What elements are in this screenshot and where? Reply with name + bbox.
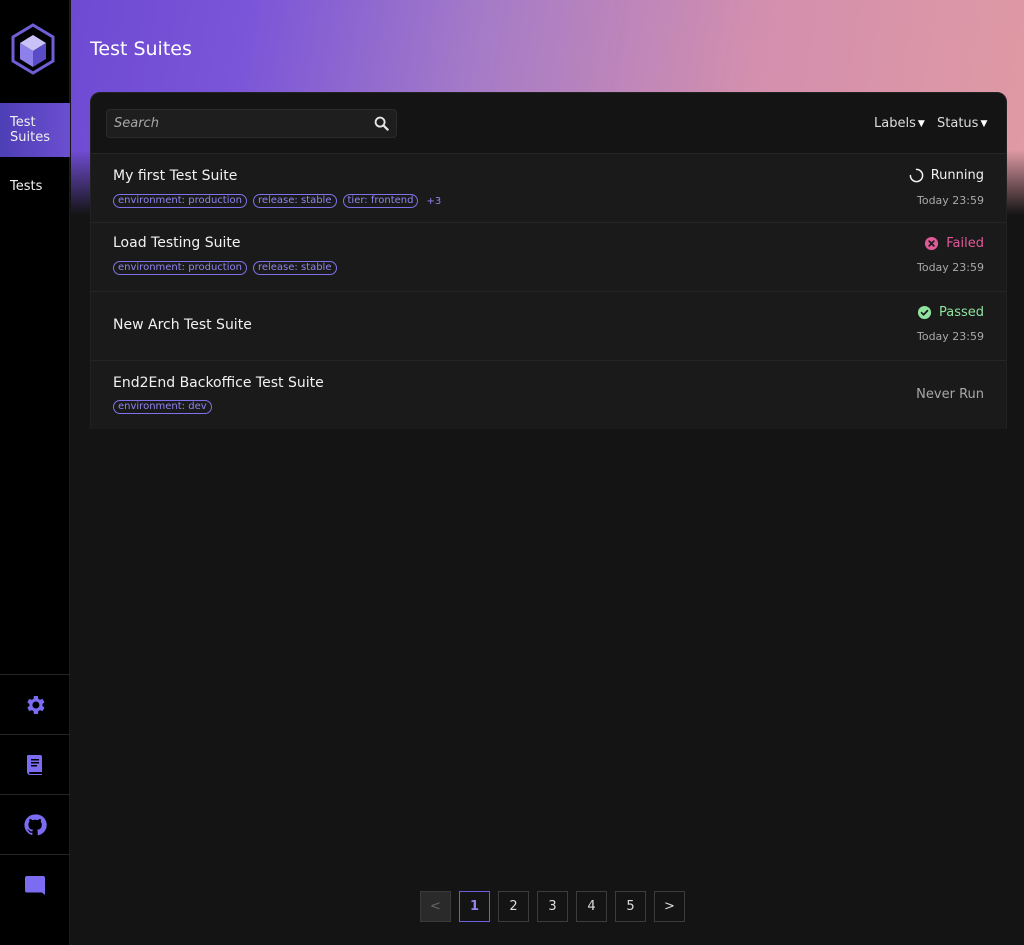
sidebar: Test Suites Tests [0, 0, 70, 945]
docs-button[interactable] [0, 734, 70, 794]
suite-name: New Arch Test Suite [113, 317, 252, 333]
label-badge: environment: dev [113, 400, 212, 414]
label-badge: release: stable [252, 261, 337, 275]
search-icon[interactable] [374, 116, 389, 131]
status-filter[interactable]: Status ▼ [937, 116, 987, 131]
suite-name: End2End Backoffice Test Suite [113, 375, 324, 391]
page-button-4[interactable]: 4 [576, 891, 607, 922]
sidebar-item-tests[interactable]: Tests [0, 179, 70, 199]
status-never-run: Never Run [916, 387, 984, 402]
gear-icon [27, 695, 45, 714]
search-input[interactable] [107, 110, 367, 137]
github-icon [24, 813, 47, 835]
status-failed: Failed [924, 236, 984, 251]
discord-icon [25, 875, 45, 895]
page-title: Test Suites [90, 38, 192, 60]
x-circle-icon [925, 236, 939, 251]
status-text: Never Run [916, 387, 984, 402]
status-passed: Passed [917, 305, 984, 320]
timestamp: Today 23:59 [916, 261, 984, 274]
page-button-5[interactable]: 5 [615, 891, 646, 922]
logo-cube-icon [11, 23, 55, 75]
logo[interactable] [10, 23, 56, 75]
label-badge: environment: production [113, 194, 247, 208]
sidebar-item-test-suites[interactable]: Test Suites [0, 103, 70, 157]
page-button-1[interactable]: 1 [459, 891, 490, 922]
github-button[interactable] [0, 794, 70, 854]
suite-name: My first Test Suite [113, 168, 238, 184]
spinner-icon [909, 168, 924, 183]
page-button-2[interactable]: 2 [498, 891, 529, 922]
app: Test Suites Tests Test Suites Search Lab… [0, 0, 1024, 945]
pagination: < 1 2 3 4 5 > [420, 891, 685, 922]
status-text: Passed [938, 305, 984, 320]
table-row[interactable]: End2End Backoffice Test Suite environmen… [91, 360, 1006, 429]
sidebar-item-label: Tests [10, 179, 43, 194]
status-filter-label: Status [937, 116, 979, 131]
table-row[interactable]: My first Test Suite environment: product… [91, 153, 1006, 222]
discord-button[interactable] [0, 854, 70, 914]
check-circle-icon [917, 305, 932, 320]
sidebar-item-label: Test Suites [10, 115, 50, 145]
timestamp: Today 23:59 [916, 330, 984, 343]
filter-icon: ▼ [917, 118, 925, 129]
label-list: environment: dev [113, 400, 212, 414]
status-text: Running [930, 168, 984, 183]
label-list: environment: production release: stable [113, 261, 337, 275]
test-suites-panel: Labels ▼ Status ▼ My first Test Suite en… [90, 92, 1007, 429]
status-text: Failed [946, 236, 984, 251]
toolbar: Labels ▼ Status ▼ [91, 93, 1006, 153]
page-button-3[interactable]: 3 [537, 891, 568, 922]
label-list: environment: production release: stable … [113, 194, 441, 208]
label-badge: release: stable [252, 194, 337, 208]
table-row[interactable]: New Arch Test Suite Passed Today 23:59 [91, 291, 1006, 360]
label-badge: tier: frontend [342, 194, 419, 208]
settings-button[interactable] [0, 674, 70, 734]
timestamp: Today 23:59 [916, 194, 984, 207]
status-running: Running [909, 168, 984, 183]
label-badge: environment: production [113, 261, 247, 275]
labels-filter-label: Labels [874, 116, 916, 131]
book-icon [27, 754, 42, 775]
prev-page-button[interactable]: < [420, 891, 451, 922]
next-page-button[interactable]: > [654, 891, 685, 922]
suite-name: Load Testing Suite [113, 235, 241, 251]
search-box [106, 109, 397, 138]
labels-filter[interactable]: Labels ▼ [874, 116, 925, 131]
more-labels-count: +3 [426, 195, 442, 207]
table-row[interactable]: Load Testing Suite environment: producti… [91, 222, 1006, 291]
filter-icon: ▼ [980, 118, 988, 129]
